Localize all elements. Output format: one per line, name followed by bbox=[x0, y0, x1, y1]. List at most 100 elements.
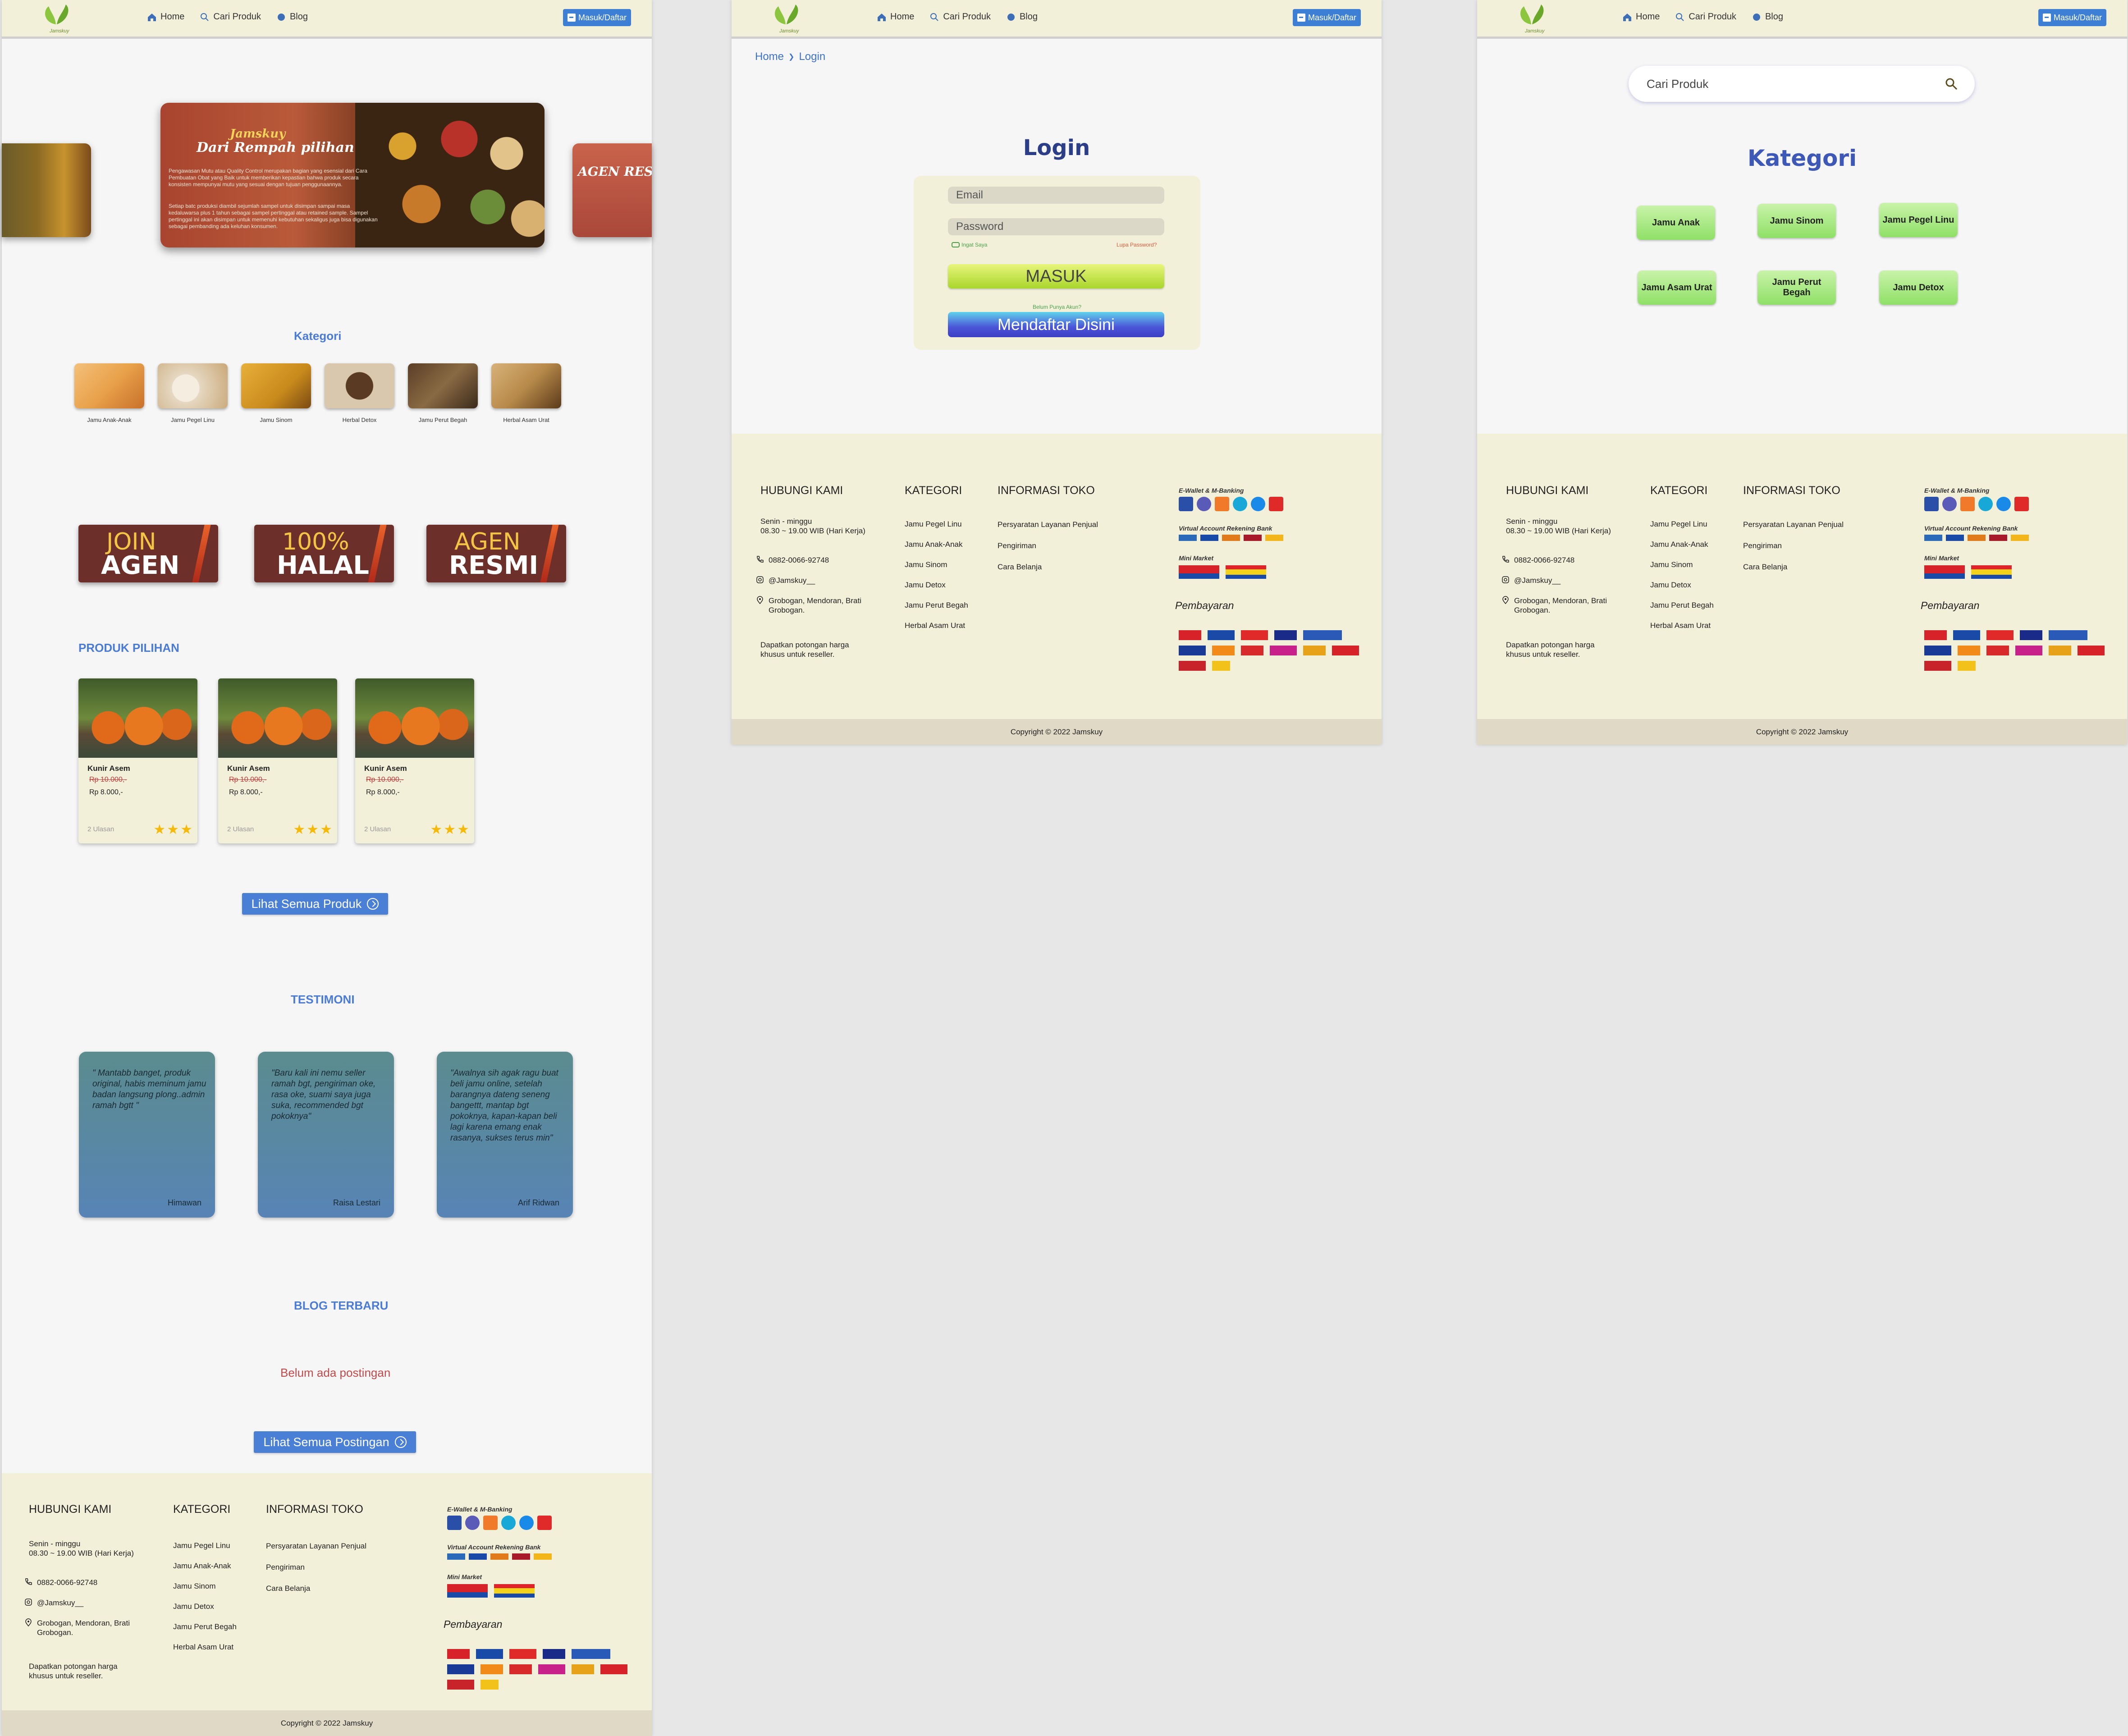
masuk-button[interactable]: MASUK bbox=[948, 264, 1164, 289]
footer-kategori-link[interactable]: Herbal Asam Urat bbox=[173, 1637, 237, 1657]
footer-kategori-link[interactable]: Jamu Pegel Linu bbox=[1650, 514, 1714, 534]
agen-resmi-banner[interactable]: AGEN RESMI bbox=[426, 525, 566, 582]
breadcrumb-home[interactable]: Home bbox=[755, 50, 784, 63]
footer-kategori-link[interactable]: Jamu Perut Begah bbox=[905, 595, 968, 615]
kategori-item[interactable]: Jamu Pegel Linu bbox=[151, 363, 234, 423]
product-name: Kunir Asem bbox=[227, 764, 270, 773]
pembayaran-title: Pembayaran bbox=[1921, 600, 1980, 611]
logo-icon[interactable]: Jamskuy bbox=[1515, 3, 1548, 34]
carousel-slide-prev[interactable] bbox=[2, 143, 91, 237]
search-icon[interactable] bbox=[1944, 77, 1959, 91]
kategori-label: Herbal Asam Urat bbox=[503, 417, 549, 423]
kategori-item[interactable]: Herbal Asam Urat bbox=[485, 363, 568, 423]
product-card[interactable]: Kunir Asem Rp 10.000,- Rp 8.000,- 2 Ulasan ★… bbox=[355, 678, 474, 843]
footer-kategori-link[interactable]: Jamu Anak-Anak bbox=[1650, 534, 1714, 554]
footer-kategori-link[interactable]: Jamu Detox bbox=[1650, 575, 1714, 595]
lihat-semua-postingan-button[interactable]: Lihat Semua Postingan bbox=[254, 1431, 416, 1453]
footer-instagram[interactable]: @Jamskuy__ bbox=[37, 1598, 83, 1608]
cari-produk-page: Jamskuy Home Cari Produk Blog Masuk/Daft… bbox=[1477, 0, 2127, 745]
ninja-icon bbox=[2015, 646, 2042, 655]
product-reviews: 2 Ulasan bbox=[87, 825, 114, 833]
nav-blog[interactable]: Blog bbox=[276, 12, 308, 22]
nav-cari-produk[interactable]: Cari Produk bbox=[1675, 12, 1736, 22]
kategori-button[interactable]: Jamu Anak bbox=[1637, 206, 1715, 240]
kategori-item[interactable]: Jamu Sinom bbox=[234, 363, 318, 423]
product-card[interactable]: Kunir Asem Rp 10.000,- Rp 8.000,- 2 Ulasan ★… bbox=[78, 678, 197, 843]
halal-banner[interactable]: 100% HALAL bbox=[254, 525, 394, 582]
footer-info-link[interactable]: Cara Belanja bbox=[1743, 556, 1844, 577]
carousel-slide-active[interactable]: Jamskuy Dari Rempah pilihan Pengawasan M… bbox=[160, 103, 545, 247]
footer-instagram[interactable]: @Jamskuy__ bbox=[1514, 576, 1561, 585]
password-field[interactable]: Password bbox=[948, 218, 1164, 235]
footer-info-link[interactable]: Cara Belanja bbox=[266, 1578, 366, 1599]
footer-kategori-link[interactable]: Jamu Perut Begah bbox=[1650, 595, 1714, 615]
wahana-icon bbox=[572, 1649, 610, 1659]
nav-cari-produk[interactable]: Cari Produk bbox=[929, 12, 991, 22]
footer-phone[interactable]: 0882-0066-92748 bbox=[769, 555, 829, 565]
kategori-button[interactable]: Jamu Sinom bbox=[1757, 204, 1836, 238]
footer-phone[interactable]: 0882-0066-92748 bbox=[1514, 555, 1574, 565]
footer-kategori-link[interactable]: Jamu Anak-Anak bbox=[173, 1556, 237, 1576]
carousel-slide-next[interactable]: AGEN RESMI bbox=[572, 143, 652, 237]
nav-home-label: Home bbox=[890, 12, 915, 22]
nav-cari-produk[interactable]: Cari Produk bbox=[200, 12, 261, 22]
footer-kategori-link[interactable]: Jamu Detox bbox=[905, 575, 968, 595]
home-icon bbox=[148, 13, 156, 21]
footer-phone[interactable]: 0882-0066-92748 bbox=[37, 1578, 97, 1587]
footer-hubungi-title: HUBUNGI KAMI bbox=[760, 484, 843, 497]
masuk-daftar-label: Masuk/Daftar bbox=[1308, 13, 1356, 22]
kategori-button[interactable]: Jamu Perut Begah bbox=[1757, 270, 1836, 305]
nav-blog[interactable]: Blog bbox=[1006, 12, 1038, 22]
footer-info-link[interactable]: Persyaratan Layanan Penjual bbox=[998, 514, 1098, 535]
footer-kategori-link[interactable]: Herbal Asam Urat bbox=[905, 615, 968, 636]
nav-home[interactable]: Home bbox=[147, 12, 184, 22]
email-field[interactable]: Email bbox=[948, 187, 1164, 204]
nav-blog[interactable]: Blog bbox=[1752, 12, 1783, 22]
badge-line2: RESMI bbox=[449, 551, 539, 580]
kategori-button[interactable]: Jamu Detox bbox=[1879, 270, 1958, 305]
bni-icon bbox=[1968, 535, 1986, 541]
footer-info-link[interactable]: Persyaratan Layanan Penjual bbox=[1743, 514, 1844, 535]
masuk-daftar-button[interactable]: Masuk/Daftar bbox=[1292, 9, 1361, 26]
lihat-semua-produk-button[interactable]: Lihat Semua Produk bbox=[242, 893, 388, 915]
masuk-daftar-button[interactable]: Masuk/Daftar bbox=[2038, 9, 2106, 26]
footer-kategori-link[interactable]: Jamu Pegel Linu bbox=[905, 514, 968, 534]
logo-icon[interactable]: Jamskuy bbox=[40, 3, 73, 34]
join-agen-banner[interactable]: JOIN AGEN bbox=[78, 525, 218, 582]
kategori-button[interactable]: Jamu Asam Urat bbox=[1638, 270, 1716, 305]
remember-me-checkbox[interactable]: Ingat Saya bbox=[952, 242, 987, 248]
logo-icon[interactable]: Jamskuy bbox=[769, 3, 803, 34]
footer-kategori-link[interactable]: Jamu Pegel Linu bbox=[173, 1535, 237, 1556]
footer-kategori-link[interactable]: Jamu Perut Begah bbox=[173, 1617, 237, 1637]
kategori-item[interactable]: Jamu Perut Begah bbox=[401, 363, 485, 423]
footer-kategori-link[interactable]: Jamu Sinom bbox=[905, 554, 968, 575]
kategori-item[interactable]: Jamu Anak-Anak bbox=[68, 363, 151, 423]
footer-info-link[interactable]: Persyaratan Layanan Penjual bbox=[266, 1535, 366, 1557]
footer-info-link[interactable]: Pengiriman bbox=[266, 1557, 366, 1578]
courier-icon bbox=[2049, 646, 2071, 655]
phone-icon bbox=[25, 1578, 32, 1585]
search-input[interactable]: Cari Produk bbox=[1629, 66, 1975, 102]
nav-home[interactable]: Home bbox=[1622, 12, 1660, 22]
footer-info-link[interactable]: Cara Belanja bbox=[998, 556, 1098, 577]
nav-blog-label: Blog bbox=[289, 12, 308, 22]
kategori-item[interactable]: Herbal Detox bbox=[318, 363, 401, 423]
footer-kategori-link[interactable]: Jamu Detox bbox=[173, 1596, 237, 1617]
footer-kategori-link[interactable]: Jamu Sinom bbox=[1650, 554, 1714, 575]
footer-info-link[interactable]: Pengiriman bbox=[998, 535, 1098, 556]
footer-kategori-link[interactable]: Jamu Anak-Anak bbox=[905, 534, 968, 554]
kategori-button[interactable]: Jamu Pegel Linu bbox=[1879, 203, 1958, 237]
register-button[interactable]: Mendaftar Disini bbox=[948, 312, 1164, 337]
nav-cari-label: Cari Produk bbox=[943, 12, 991, 22]
footer-info-link[interactable]: Pengiriman bbox=[1743, 535, 1844, 556]
sap-icon bbox=[481, 1680, 499, 1690]
footer-address-line2: Grobogan. bbox=[769, 606, 805, 614]
product-image bbox=[78, 678, 197, 758]
footer-instagram[interactable]: @Jamskuy__ bbox=[769, 576, 815, 585]
masuk-daftar-button[interactable]: Masuk/Daftar bbox=[563, 9, 631, 26]
product-card[interactable]: Kunir Asem Rp 10.000,- Rp 8.000,- 2 Ulasan ★… bbox=[218, 678, 337, 843]
forgot-password-link[interactable]: Lupa Password? bbox=[1117, 242, 1157, 248]
nav-home[interactable]: Home bbox=[877, 12, 914, 22]
footer-kategori-link[interactable]: Jamu Sinom bbox=[173, 1576, 237, 1596]
footer-kategori-link[interactable]: Herbal Asam Urat bbox=[1650, 615, 1714, 636]
